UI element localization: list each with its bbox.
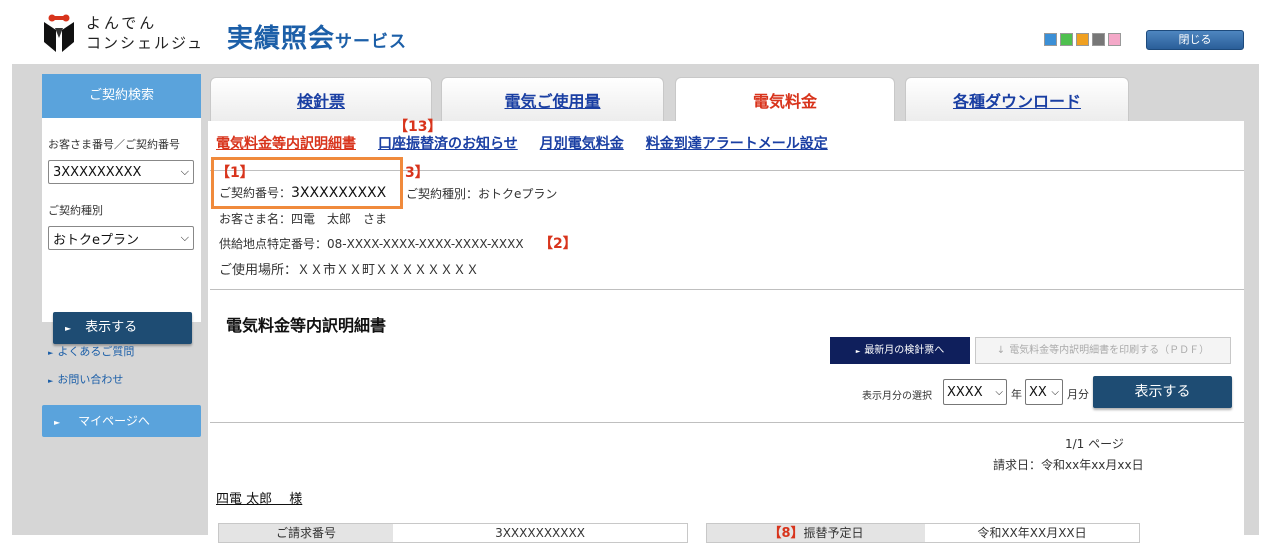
divider — [210, 422, 1244, 423]
billing-number-label: ご請求番号 — [219, 524, 393, 542]
latest-button-label: 最新月の検針票へ — [864, 345, 945, 356]
usage-location-info: ご使用場所：ＸＸ市ＸＸ町ＸＸＸＸＸＸＸＸ — [219, 263, 480, 278]
transfer-date-label: 振替予定日 — [803, 526, 864, 540]
play-icon: ► — [54, 418, 61, 427]
sidebar-show-button[interactable]: ► 表示する — [53, 312, 192, 344]
transfer-date-row: 【8】振替予定日 令和XX年XX月XX日 — [706, 523, 1140, 543]
contact-link[interactable]: ► お問い合わせ — [48, 371, 123, 387]
customer-number-value: 3XXXXXXXXX — [53, 164, 142, 180]
bullet-icon: ► — [48, 349, 54, 357]
logo-icon — [44, 14, 74, 52]
color-theme-selector — [1044, 33, 1121, 47]
sub-navigation: 電気料金等内訳明細書 口座振替済のお知らせ 月別電気料金 料金到達アラートメール… — [216, 133, 850, 153]
annotation-2: 【2】 — [539, 236, 577, 252]
tab-electricity-charges[interactable]: 電気料金 — [675, 77, 895, 123]
color-swatch-green[interactable] — [1060, 33, 1073, 46]
color-swatch-gray[interactable] — [1092, 33, 1105, 46]
billing-number-value: 3XXXXXXXXXX — [495, 526, 585, 540]
tab-electricity-usage[interactable]: 電気ご使用量 — [441, 77, 664, 122]
bullet-icon: ► — [48, 377, 54, 385]
subnav-alert-mail[interactable]: 料金到達アラートメール設定 — [646, 133, 828, 153]
service-title-main: 実績照会 — [227, 24, 336, 54]
contract-number-label: ご契約番号： — [219, 186, 292, 200]
color-swatch-pink[interactable] — [1108, 33, 1121, 46]
customer-number-label: お客さま番号／ご契約番号 — [48, 138, 180, 151]
year-unit: 年 — [1011, 388, 1022, 401]
sidebar: ご契約検索 お客さま番号／ご契約番号 3XXXXXXXXX ⌵ ご契約種別 おトク… — [42, 74, 201, 344]
sidebar-show-label: 表示する — [85, 320, 138, 335]
contract-number-value: 3XXXXXXXXX — [291, 185, 387, 201]
month-select[interactable]: XX ⌵ — [1025, 379, 1063, 405]
subnav-statement[interactable]: 電気料金等内訳明細書 — [216, 133, 356, 153]
contract-type-value: おトクeプラン — [53, 232, 139, 248]
customer-number-select[interactable]: 3XXXXXXXXX ⌵ — [48, 160, 194, 184]
service-title: 実績照会サービス — [227, 18, 407, 55]
contract-number-row: ご契約番号：3XXXXXXXXX — [219, 184, 386, 201]
annotation-13: 【13】 — [394, 119, 442, 135]
mypage-button[interactable]: ► マイページへ — [42, 405, 201, 437]
contract-type-select[interactable]: おトクeプラン ⌵ — [48, 226, 194, 250]
customer-name-info: お客さま名：四電 太郎 さま — [219, 212, 388, 226]
month-select-label: 表示月分の選択 — [862, 391, 932, 402]
chevron-down-icon: ⌵ — [180, 231, 189, 244]
statement-title: 電気料金等内訳明細書 — [226, 316, 387, 335]
sidebar-heading: ご契約検索 — [42, 74, 201, 118]
close-button[interactable]: 閉じる — [1146, 30, 1244, 50]
tab-downloads[interactable]: 各種ダウンロード — [905, 77, 1129, 122]
print-pdf-button[interactable]: ↓ 電気料金等内訳明細書を印刷する（ＰＤＦ） — [975, 337, 1231, 364]
color-swatch-orange[interactable] — [1076, 33, 1089, 46]
billing-date: 請求日：令和xx年xx月xx日 — [993, 458, 1144, 472]
subnav-transfer-notice[interactable]: 口座振替済のお知らせ — [378, 133, 518, 153]
month-unit: 月分 — [1067, 388, 1089, 401]
mypage-label: マイページへ — [78, 414, 150, 428]
play-icon: ► — [855, 348, 861, 355]
addressee-name: 四電 太郎 様 — [216, 492, 303, 507]
contract-type-label: ご契約種別 — [48, 204, 103, 217]
chevron-down-icon: ⌵ — [180, 165, 189, 178]
logo-text-line2: コンシェルジュ — [86, 34, 204, 52]
transfer-date-value: 令和XX年XX月XX日 — [977, 526, 1087, 540]
billing-number-row: ご請求番号 3XXXXXXXXXX — [218, 523, 688, 543]
service-title-suffix: サービス — [335, 32, 408, 52]
highlight-box — [211, 157, 403, 209]
show-button[interactable]: 表示する — [1093, 376, 1232, 408]
header: よんでん コンシェルジュ 実績照会サービス 閉じる — [0, 0, 1269, 64]
contract-type-info: ご契約種別：おトクeプラン — [406, 187, 558, 201]
faq-link[interactable]: ► よくあるご質問 — [48, 343, 134, 359]
color-swatch-blue[interactable] — [1044, 33, 1057, 46]
year-select[interactable]: XXXX ⌵ — [943, 379, 1007, 405]
logo-text-line1: よんでん — [86, 14, 158, 32]
month-value: XX — [1029, 384, 1047, 400]
faq-link-label: よくあるご質問 — [57, 345, 135, 358]
latest-meter-reading-button[interactable]: ► 最新月の検針票へ — [830, 337, 970, 364]
chevron-down-icon: ⌵ — [995, 386, 1003, 398]
annotation-8: 【8】 — [768, 526, 804, 541]
contract-search-panel: お客さま番号／ご契約番号 3XXXXXXXXX ⌵ ご契約種別 おトクeプラン ⌵ … — [42, 118, 201, 344]
play-icon: ► — [65, 324, 72, 333]
subnav-monthly-charges[interactable]: 月別電気料金 — [540, 133, 624, 153]
chevron-down-icon: ⌵ — [1051, 386, 1059, 398]
year-value: XXXX — [947, 384, 983, 400]
page-count: 1/1 ページ — [1065, 437, 1124, 451]
print-button-label: 電気料金等内訳明細書を印刷する（ＰＤＦ） — [1009, 345, 1210, 356]
transfer-date-label-cell: 【8】振替予定日 — [707, 524, 925, 542]
supply-point-info: 供給地点特定番号：08-XXXX-XXXX-XXXX-XXXX-XXXX — [219, 237, 524, 251]
download-icon: ↓ — [996, 345, 1006, 356]
contact-link-label: お問い合わせ — [57, 373, 124, 386]
annotation-3: 3】 — [405, 165, 429, 181]
divider — [210, 289, 1244, 290]
